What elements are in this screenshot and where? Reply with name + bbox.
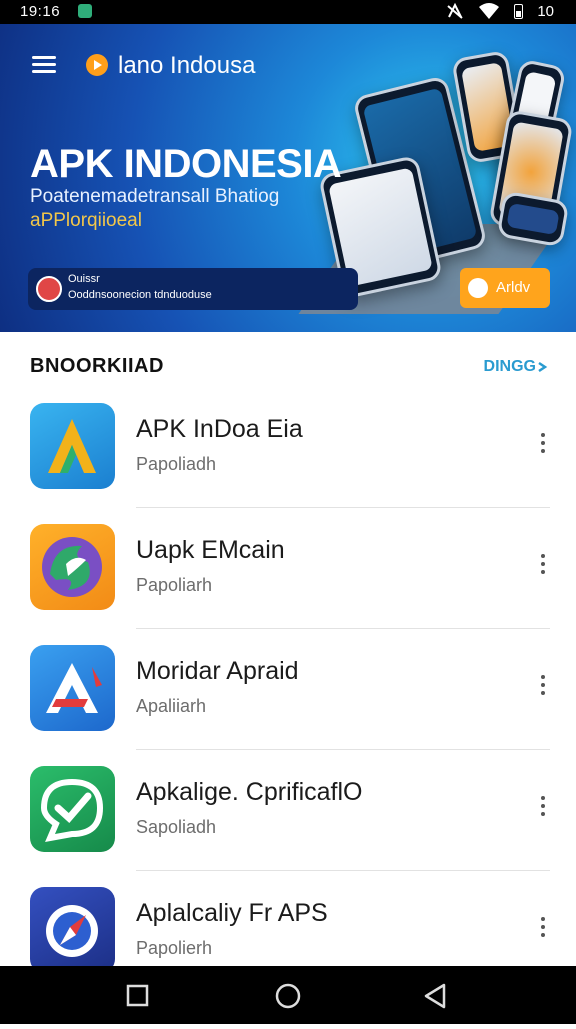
more-options-icon[interactable] — [538, 431, 548, 455]
notification-icon — [78, 4, 92, 18]
section-more-link[interactable]: DINGG — [484, 358, 548, 376]
app-name: Aplalcaliy Fr APS — [136, 899, 328, 927]
more-options-icon[interactable] — [538, 673, 548, 697]
banner-subtitle: Poatenemadetransall Bhatiog — [30, 186, 280, 207]
circle-icon — [275, 983, 301, 1009]
more-options-icon[interactable] — [538, 794, 548, 818]
check-bubble-icon — [30, 766, 115, 852]
triangle-a-icon — [30, 403, 115, 489]
status-bar: 19:16 10 — [0, 0, 576, 24]
compass-icon — [30, 887, 115, 973]
app-name: APK InDoa Eia — [136, 415, 303, 443]
divider — [136, 507, 550, 508]
app-subtitle: Sapoliadh — [136, 817, 217, 837]
more-options-icon[interactable] — [538, 915, 548, 939]
back-triangle-icon — [424, 983, 446, 1009]
divider — [136, 749, 550, 750]
banner-subtitle-accent: aPPlorqiioeal — [30, 210, 142, 231]
banner-cta-button[interactable]: Arldv — [460, 268, 550, 308]
system-navigation-bar — [0, 966, 576, 1024]
more-options-icon[interactable] — [538, 552, 548, 576]
brand-logo-icon — [86, 54, 108, 76]
back-button[interactable] — [406, 966, 466, 1024]
section-more-label: DINGG — [483, 358, 536, 375]
list-item[interactable]: APK InDoa Eia Papoliadh — [0, 389, 576, 510]
menu-icon[interactable] — [32, 56, 56, 74]
list-item[interactable]: Moridar Apraid Apaliiarh — [0, 631, 576, 752]
cta-label: Arldv — [496, 279, 531, 296]
wifi-icon — [479, 3, 500, 19]
square-icon — [126, 984, 149, 1007]
battery-icon — [514, 3, 524, 19]
promo-badge-icon — [36, 276, 62, 302]
app-subtitle: Apaliiarh — [136, 696, 207, 716]
promo-text: Ooddnsoonecion tdnduoduse — [68, 289, 212, 301]
app-subtitle: Papoliadh — [136, 454, 217, 474]
promo-bar[interactable]: Ouissr Ooddnsoonecion tdnduoduse — [28, 268, 358, 310]
banner-title: APK INDONESIA — [30, 142, 342, 186]
divider — [136, 628, 550, 629]
home-button[interactable] — [258, 966, 318, 1024]
app-subtitle: Papoliarh — [136, 575, 213, 595]
list-item[interactable]: Uapk EMcain Papoliarh — [0, 510, 576, 631]
hero-banner[interactable]: lano Indousa APK INDONESIA Poatenemadetr… — [0, 24, 576, 332]
chevron-right-icon — [538, 361, 548, 372]
app-name: Uapk EMcain — [136, 536, 285, 564]
app-name: Moridar Apraid — [136, 657, 299, 685]
recent-apps-button[interactable] — [108, 966, 168, 1024]
app-subtitle: Papolierh — [136, 938, 213, 958]
list-item[interactable]: Apkalige. CprificaflO Sapoliadh — [0, 752, 576, 873]
promo-title: Ouissr — [68, 273, 100, 285]
app-name: Apkalige. CprificaflO — [136, 778, 363, 806]
status-time: 19:16 — [20, 3, 61, 20]
cta-icon — [468, 278, 488, 298]
swirl-icon — [30, 524, 115, 610]
battery-level: 10 — [537, 2, 554, 20]
section-title: BNOORKIIAD — [30, 355, 164, 377]
brand-name: lano Indousa — [118, 52, 256, 79]
signal-muted-icon — [447, 2, 463, 19]
letter-a-icon — [30, 645, 115, 731]
divider — [136, 870, 550, 871]
